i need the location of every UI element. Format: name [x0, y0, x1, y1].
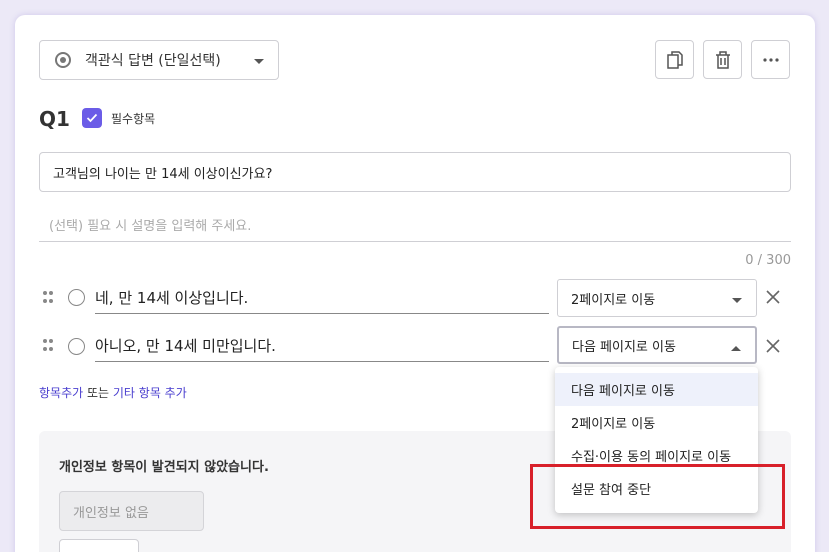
dropdown-item-page-2[interactable]: 2페이지로 이동	[555, 406, 758, 439]
close-icon[interactable]	[765, 289, 781, 305]
char-count: 0 / 300	[745, 253, 791, 268]
option-text-input[interactable]: 네, 만 14세 이상입니다.	[95, 282, 549, 314]
question-title-input[interactable]: 고객님의 나이는 만 14세 이상이신가요?	[39, 152, 791, 192]
required-checkbox[interactable]	[82, 108, 102, 128]
privacy-title: 개인정보 항목이 발견되지 않았습니다.	[59, 460, 269, 475]
dropdown-item-next-page[interactable]: 다음 페이지로 이동	[555, 373, 758, 406]
close-icon[interactable]	[765, 338, 781, 354]
drag-handle-icon[interactable]	[43, 291, 53, 305]
trash-icon	[715, 50, 730, 69]
add-option-links: 항목추가 또는 기타 항목 추가	[39, 384, 187, 401]
check-icon	[86, 113, 98, 123]
question-type-select[interactable]: 객관식 답변 (단일선택)	[39, 40, 279, 80]
drag-handle-icon[interactable]	[43, 339, 53, 353]
copy-button[interactable]	[655, 40, 694, 79]
chevron-down-icon	[254, 59, 264, 64]
option-action-select[interactable]: 다음 페이지로 이동	[557, 326, 757, 364]
add-item-link[interactable]: 항목추가	[39, 386, 83, 400]
delete-button[interactable]	[703, 40, 742, 79]
more-icon	[762, 57, 779, 62]
privacy-button[interactable]	[59, 539, 139, 552]
chevron-up-icon	[731, 346, 741, 351]
or-text: 또는	[83, 386, 113, 400]
question-number: Q1	[39, 107, 70, 131]
radio-type-icon	[55, 52, 71, 68]
annotation-highlight-box	[530, 464, 785, 529]
add-other-link[interactable]: 기타 항목 추가	[113, 386, 187, 400]
option-radio	[68, 289, 85, 306]
option-action-select[interactable]: 2페이지로 이동	[557, 279, 757, 317]
option-action-label: 다음 페이지로 이동	[572, 339, 676, 355]
copy-icon	[666, 50, 683, 69]
required-label: 필수항목	[111, 112, 156, 126]
privacy-none-field[interactable]: 개인정보 없음	[59, 491, 204, 531]
option-action-label: 2페이지로 이동	[571, 292, 656, 308]
chevron-down-icon	[732, 298, 742, 303]
more-button[interactable]	[751, 40, 790, 79]
question-type-label: 객관식 답변 (단일선택)	[85, 53, 221, 69]
option-radio	[68, 338, 85, 355]
description-input[interactable]: (선택) 필요 시 설명을 입력해 주세요.	[39, 208, 791, 242]
option-text-input[interactable]: 아니오, 만 14세 미만입니다.	[95, 330, 549, 362]
